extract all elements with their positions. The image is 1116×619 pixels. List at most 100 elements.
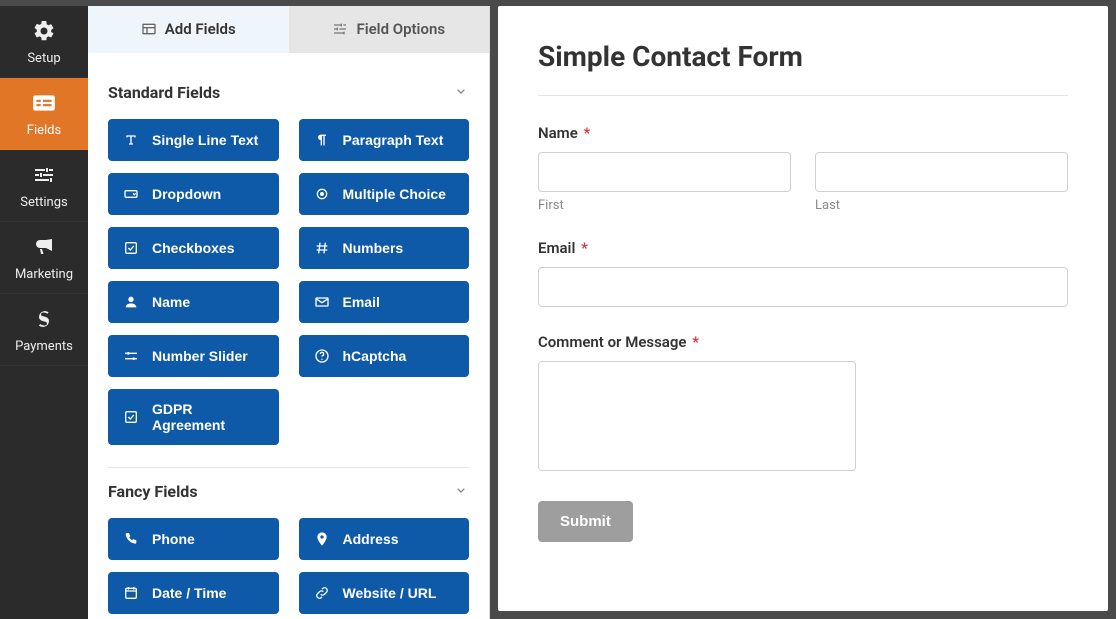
section-header-fancy[interactable]: Fancy Fields — [108, 468, 469, 518]
tab-label: Add Fields — [165, 20, 236, 38]
field-label: Email — [343, 294, 380, 310]
rail-item-setup[interactable]: Setup — [0, 6, 88, 78]
tab-field-options[interactable]: Field Options — [289, 6, 490, 53]
field-numbers[interactable]: Numbers — [299, 227, 470, 269]
bullhorn-icon — [30, 233, 58, 261]
text-icon — [122, 131, 140, 149]
field-number-slider[interactable]: Number Slider — [108, 335, 279, 377]
form-icon — [30, 89, 58, 117]
field-paragraph-text[interactable]: Paragraph Text — [299, 119, 470, 161]
help-icon — [313, 347, 331, 365]
field-group-comment: Comment or Message * — [538, 333, 1068, 475]
input-comment[interactable] — [538, 361, 856, 471]
user-icon — [122, 293, 140, 311]
field-label: Paragraph Text — [343, 132, 444, 148]
field-label: Name — [152, 294, 190, 310]
input-email[interactable] — [538, 267, 1068, 307]
section-title: Fancy Fields — [108, 482, 198, 501]
required-asterisk: * — [584, 124, 591, 142]
checkbox-icon — [122, 239, 140, 257]
hash-icon — [313, 239, 331, 257]
field-address[interactable]: Address — [299, 518, 470, 560]
checkbox-icon — [122, 408, 140, 426]
required-asterisk: * — [692, 333, 699, 351]
section-header-standard[interactable]: Standard Fields — [108, 69, 469, 119]
options-icon — [332, 21, 348, 37]
link-icon — [313, 584, 331, 602]
layout-icon — [141, 21, 157, 37]
dropdown-icon — [122, 185, 140, 203]
paragraph-icon — [313, 131, 331, 149]
field-label: Checkboxes — [152, 240, 234, 256]
label-text: Email — [538, 239, 575, 257]
field-multiple-choice[interactable]: Multiple Choice — [299, 173, 470, 215]
phone-icon — [122, 530, 140, 548]
input-first-name[interactable] — [538, 152, 791, 192]
field-group-email: Email * — [538, 239, 1068, 307]
field-website-url[interactable]: Website / URL — [299, 572, 470, 614]
sublabel-last: Last — [815, 198, 1068, 213]
field-label: hCaptcha — [343, 348, 407, 364]
field-checkboxes[interactable]: Checkboxes — [108, 227, 279, 269]
standard-fields-grid: Single Line Text Paragraph Text Dropdown… — [108, 119, 469, 445]
rail-label: Setup — [27, 51, 60, 66]
rail-item-fields[interactable]: Fields — [0, 78, 88, 150]
pin-icon — [313, 530, 331, 548]
calendar-icon — [122, 584, 140, 602]
chevron-down-icon — [453, 482, 469, 502]
section-title: Standard Fields — [108, 83, 220, 102]
field-gdpr-agreement[interactable]: GDPR Agreement — [108, 389, 279, 445]
field-label: Address — [343, 531, 399, 547]
field-label: Phone — [152, 531, 195, 547]
label-comment: Comment or Message * — [538, 333, 1068, 351]
fields-panel: Add Fields Field Options Standard Fields… — [88, 0, 490, 619]
label-text: Comment or Message — [538, 333, 686, 351]
rail-item-settings[interactable]: Settings — [0, 150, 88, 222]
rail-item-marketing[interactable]: Marketing — [0, 222, 88, 294]
sublabel-first: First — [538, 198, 791, 213]
field-group-name: Name * First Last — [538, 124, 1068, 213]
rail-label: Payments — [15, 339, 73, 354]
preview-wrapper: Simple Contact Form Name * First Last Em… — [490, 0, 1116, 619]
field-label: Single Line Text — [152, 132, 258, 148]
label-email: Email * — [538, 239, 1068, 257]
field-hcaptcha[interactable]: hCaptcha — [299, 335, 470, 377]
fancy-fields-grid: Phone Address Date / Time Website / URL — [108, 518, 469, 614]
rail-item-payments[interactable]: Payments — [0, 294, 88, 366]
slider-icon — [122, 347, 140, 365]
field-date-time[interactable]: Date / Time — [108, 572, 279, 614]
rail-label: Settings — [20, 195, 67, 210]
submit-button[interactable]: Submit — [538, 501, 633, 542]
field-phone[interactable]: Phone — [108, 518, 279, 560]
tab-add-fields[interactable]: Add Fields — [88, 6, 289, 53]
field-label: Date / Time — [152, 585, 226, 601]
required-asterisk: * — [581, 239, 588, 257]
form-preview: Simple Contact Form Name * First Last Em… — [498, 6, 1108, 611]
label-name: Name * — [538, 124, 1068, 142]
field-label: Number Slider — [152, 348, 248, 364]
input-last-name[interactable] — [815, 152, 1068, 192]
chevron-down-icon — [453, 83, 469, 103]
field-dropdown[interactable]: Dropdown — [108, 173, 279, 215]
form-title: Simple Contact Form — [538, 40, 1068, 73]
field-label: Multiple Choice — [343, 186, 446, 202]
dollar-icon — [30, 305, 58, 333]
radio-icon — [313, 185, 331, 203]
panel-tabs: Add Fields Field Options — [88, 6, 489, 53]
tab-label: Field Options — [356, 20, 445, 38]
field-label: GDPR Agreement — [152, 401, 265, 433]
label-text: Name — [538, 124, 578, 142]
gear-icon — [30, 17, 58, 45]
field-label: Dropdown — [152, 186, 221, 202]
mail-icon — [313, 293, 331, 311]
field-single-line-text[interactable]: Single Line Text — [108, 119, 279, 161]
rail-label: Marketing — [15, 267, 73, 282]
rail-label: Fields — [27, 123, 61, 138]
field-label: Numbers — [343, 240, 404, 256]
field-name[interactable]: Name — [108, 281, 279, 323]
field-email[interactable]: Email — [299, 281, 470, 323]
left-nav-rail: Setup Fields Settings Marketing Payments — [0, 0, 88, 619]
field-label: Website / URL — [343, 585, 437, 601]
title-divider — [538, 95, 1068, 96]
sliders-icon — [30, 161, 58, 189]
